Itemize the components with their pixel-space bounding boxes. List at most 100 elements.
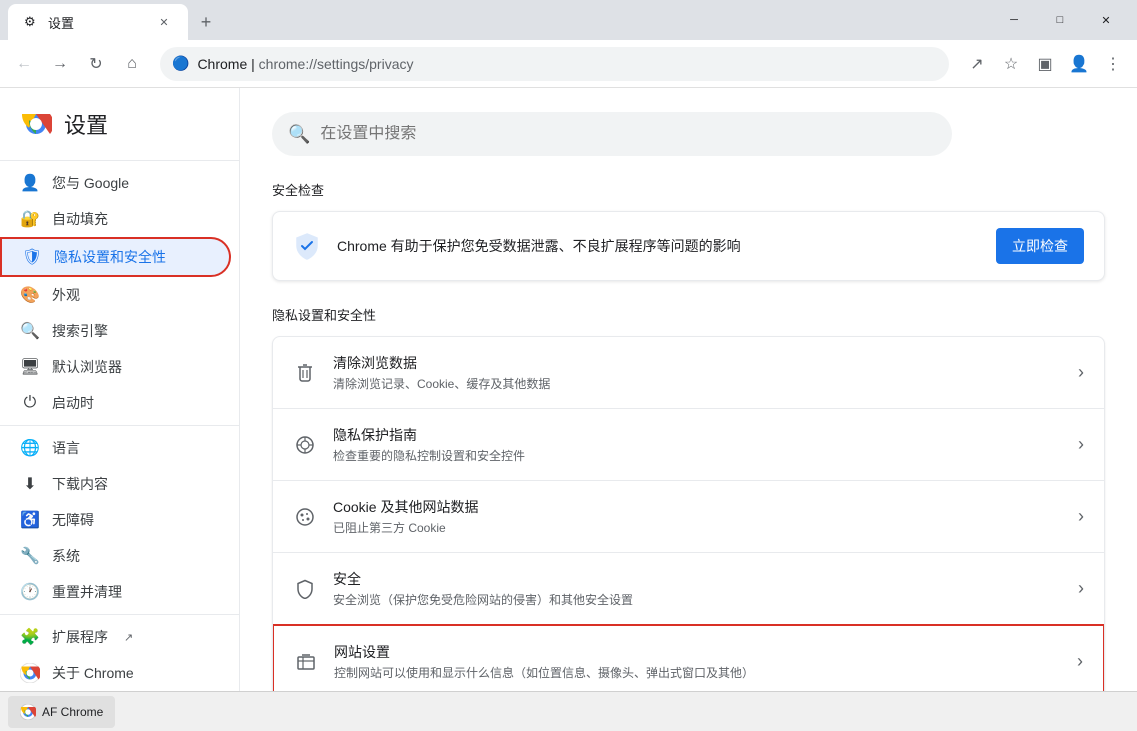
safety-description: Chrome 有助于保护您免受数据泄露、不良扩展程序等问题的影响 — [337, 236, 980, 256]
sidebar-divider-3 — [0, 614, 239, 615]
sidebar-item-accessibility[interactable]: ♿ 无障碍 — [0, 502, 231, 538]
search-icon: 🔍 — [20, 321, 40, 341]
security-arrow: › — [1078, 578, 1084, 599]
sidebar-item-about[interactable]: 关于 Chrome — [0, 655, 231, 691]
privacy-guide-arrow: › — [1078, 434, 1084, 455]
site-settings-desc: 控制网站可以使用和显示什么信息（如位置信息、摄像头、弹出式窗口及其他） — [334, 664, 1061, 681]
safety-section-title: 安全检查 — [272, 180, 1105, 199]
main-content: 设置 👤 您与 Google 🔐 自动填充 🛡 隐私设置和安全性 🎨 外观 � — [0, 88, 1137, 731]
privacy-item-security[interactable]: 安全 安全浏览（保护您免受危险网站的侵害）和其他安全设置 › — [273, 553, 1104, 625]
security-title: 安全 — [333, 569, 1062, 589]
split-view-button[interactable]: ▣ — [1029, 48, 1061, 80]
close-button[interactable]: ✕ — [1083, 4, 1129, 36]
sidebar-label-autofill: 自动填充 — [52, 209, 108, 229]
active-tab[interactable]: ⚙ 设置 ✕ — [8, 4, 188, 40]
chrome-small-icon — [20, 663, 40, 683]
chrome-logo — [20, 108, 52, 140]
sidebar-item-extensions[interactable]: 🧩 扩展程序 ↗ — [0, 619, 231, 655]
address-icon: 🔵 — [172, 55, 189, 72]
tab-title: 设置 — [48, 13, 148, 32]
reload-button[interactable]: ↻ — [80, 48, 112, 80]
cookies-desc: 已阻止第三方 Cookie — [333, 519, 1062, 536]
bookmark-button[interactable]: ☆ — [995, 48, 1027, 80]
sidebar-item-system[interactable]: 🔧 系统 — [0, 538, 231, 574]
accessibility-icon: ♿ — [20, 510, 40, 530]
sidebar-item-default-browser[interactable]: 🖥 默认浏览器 — [0, 349, 231, 385]
menu-button[interactable]: ⋮ — [1097, 48, 1129, 80]
sidebar-item-autofill[interactable]: 🔐 自动填充 — [0, 201, 231, 237]
person-icon: 👤 — [20, 173, 40, 193]
sidebar-item-language[interactable]: 🌐 语言 — [0, 430, 231, 466]
safety-check-card: Chrome 有助于保护您免受数据泄露、不良扩展程序等问题的影响 立即检查 — [272, 211, 1105, 281]
address-text: Chrome | chrome://settings/privacy — [197, 56, 937, 72]
home-button[interactable]: ⌂ — [116, 48, 148, 80]
sidebar-label-search: 搜索引擎 — [52, 321, 108, 341]
search-input[interactable] — [320, 125, 936, 143]
sidebar-item-downloads[interactable]: ⬇ 下载内容 — [0, 466, 231, 502]
security-shield-icon — [293, 577, 317, 601]
sidebar-item-appearance[interactable]: 🎨 外观 — [0, 277, 231, 313]
taskbar: AF Chrome — [0, 691, 1137, 731]
share-button[interactable]: ↗ — [961, 48, 993, 80]
taskbar-chrome-icon — [20, 704, 36, 720]
clear-browsing-title: 清除浏览数据 — [333, 353, 1062, 373]
sidebar-title: 设置 — [64, 108, 108, 140]
wrench-icon: 🔧 — [20, 546, 40, 566]
site-name: Chrome — [197, 56, 247, 72]
sidebar-label-google: 您与 Google — [52, 173, 129, 193]
site-settings-title: 网站设置 — [334, 642, 1061, 662]
cookie-icon — [293, 505, 317, 529]
sidebar-item-startup[interactable]: ⏻ 启动时 — [0, 385, 231, 421]
safety-shield-icon — [293, 232, 321, 260]
back-button[interactable]: ← — [8, 48, 40, 80]
power-icon: ⏻ — [20, 393, 40, 413]
sidebar-label-downloads: 下载内容 — [52, 474, 108, 494]
download-icon: ⬇ — [20, 474, 40, 494]
new-tab-button[interactable]: + — [192, 8, 220, 36]
address-path: chrome://settings/privacy — [259, 56, 414, 72]
tab-close-button[interactable]: ✕ — [156, 14, 172, 30]
forward-button[interactable]: → — [44, 48, 76, 80]
sidebar-label-privacy: 隐私设置和安全性 — [54, 247, 166, 267]
search-icon: 🔍 — [288, 124, 310, 145]
toolbar-actions: ↗ ☆ ▣ 👤 ⋮ — [961, 48, 1129, 80]
sidebar-label-startup: 启动时 — [52, 393, 94, 413]
privacy-item-guide[interactable]: 隐私保护指南 检查重要的隐私控制设置和安全控件 › — [273, 409, 1104, 481]
privacy-guide-desc: 检查重要的隐私控制设置和安全控件 — [333, 447, 1062, 464]
search-box[interactable]: 🔍 — [272, 112, 952, 156]
clear-browsing-text: 清除浏览数据 清除浏览记录、Cookie、缓存及其他数据 — [333, 353, 1062, 392]
taskbar-label: AF Chrome — [42, 705, 103, 719]
sidebar-divider — [0, 160, 239, 161]
site-settings-arrow: › — [1077, 651, 1083, 672]
sidebar-header: 设置 — [0, 96, 239, 156]
window-controls: ─ □ ✕ — [991, 4, 1129, 36]
security-desc: 安全浏览（保护您免受危险网站的侵害）和其他安全设置 — [333, 591, 1062, 608]
taskbar-chrome[interactable]: AF Chrome — [8, 696, 115, 728]
sidebar-item-search[interactable]: 🔍 搜索引擎 — [0, 313, 231, 349]
privacy-guide-icon — [293, 433, 317, 457]
maximize-button[interactable]: □ — [1037, 4, 1083, 36]
sidebar: 设置 👤 您与 Google 🔐 自动填充 🛡 隐私设置和安全性 🎨 外观 � — [0, 88, 240, 731]
privacy-item-site-settings[interactable]: 网站设置 控制网站可以使用和显示什么信息（如位置信息、摄像头、弹出式窗口及其他）… — [272, 624, 1105, 699]
privacy-item-clear-browsing[interactable]: 清除浏览数据 清除浏览记录、Cookie、缓存及其他数据 › — [273, 337, 1104, 409]
clear-browsing-arrow: › — [1078, 362, 1084, 383]
privacy-guide-text: 隐私保护指南 检查重要的隐私控制设置和安全控件 — [333, 425, 1062, 464]
sidebar-item-google[interactable]: 👤 您与 Google — [0, 165, 231, 201]
reset-icon: 🕐 — [20, 582, 40, 602]
privacy-item-cookies[interactable]: Cookie 及其他网站数据 已阻止第三方 Cookie › — [273, 481, 1104, 553]
security-text: 安全 安全浏览（保护您免受危险网站的侵害）和其他安全设置 — [333, 569, 1062, 608]
profile-button[interactable]: 👤 — [1063, 48, 1095, 80]
sidebar-label-system: 系统 — [52, 546, 80, 566]
sidebar-item-reset[interactable]: 🕐 重置并清理 — [0, 574, 231, 610]
toolbar: ← → ↻ ⌂ 🔵 Chrome | chrome://settings/pri… — [0, 40, 1137, 88]
browser-icon: 🖥 — [20, 357, 40, 377]
sidebar-label-browser: 默认浏览器 — [52, 357, 122, 377]
minimize-button[interactable]: ─ — [991, 4, 1037, 36]
clear-browsing-desc: 清除浏览记录、Cookie、缓存及其他数据 — [333, 375, 1062, 392]
site-settings-text: 网站设置 控制网站可以使用和显示什么信息（如位置信息、摄像头、弹出式窗口及其他） — [334, 642, 1061, 681]
safety-check-button[interactable]: 立即检查 — [996, 228, 1084, 264]
globe-icon: 🌐 — [20, 438, 40, 458]
autofill-icon: 🔐 — [20, 209, 40, 229]
sidebar-item-privacy[interactable]: 🛡 隐私设置和安全性 — [0, 237, 231, 277]
address-bar[interactable]: 🔵 Chrome | chrome://settings/privacy — [160, 47, 949, 81]
